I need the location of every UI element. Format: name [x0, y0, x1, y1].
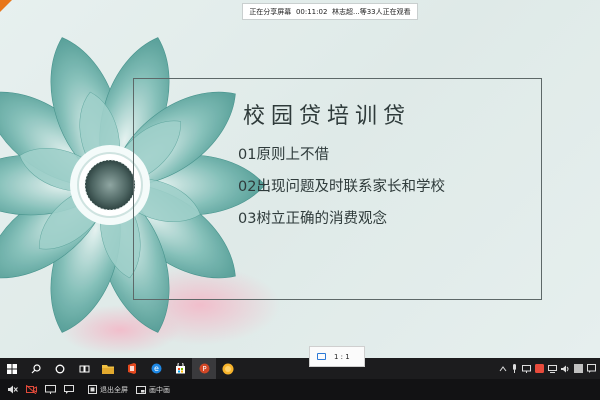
yellow-app-icon: [222, 363, 234, 374]
exit-fullscreen-label: 退出全屏: [100, 385, 128, 394]
windows-start-icon: [7, 363, 17, 374]
powerpoint-icon: P: [199, 363, 209, 374]
store-button[interactable]: [168, 358, 192, 379]
edge-icon: e: [151, 363, 161, 374]
svg-text:P: P: [202, 365, 206, 373]
members-button[interactable]: [64, 385, 74, 394]
system-tray: [499, 364, 600, 373]
bullet-item-3: 03树立正确的消费观念: [238, 211, 387, 227]
cortana-icon: [55, 364, 65, 373]
camera-off-icon: [26, 385, 37, 394]
svg-text:e: e: [154, 364, 159, 373]
share-status-text: 正在分享屏幕: [249, 7, 292, 16]
notification-icon[interactable]: [587, 364, 596, 373]
display-icon[interactable]: [522, 364, 531, 373]
speaker-muted-icon: [8, 385, 18, 394]
mute-button[interactable]: [8, 385, 18, 394]
picture-in-picture-label: 画中画: [149, 385, 170, 394]
start-button[interactable]: [0, 358, 24, 379]
picture-in-picture-icon: [136, 385, 146, 394]
office-icon: [128, 363, 136, 374]
edge-button[interactable]: e: [144, 358, 168, 379]
search-icon: [31, 363, 41, 373]
exit-fullscreen-button[interactable]: 退出全屏: [88, 385, 128, 395]
meeting-controls-bar: 退出全屏 画中画: [0, 379, 600, 400]
chat-icon: [64, 385, 74, 394]
monitor-icon: [317, 353, 326, 360]
share-elapsed-time: 00:11:02: [295, 7, 328, 16]
bullet-item-2: 02出现问题及时联系家长和学校: [238, 179, 445, 195]
powerpoint-button[interactable]: P: [192, 358, 216, 379]
bullet-item-1: 01原则上不借: [238, 147, 329, 163]
picture-in-picture-button[interactable]: 画中画: [136, 385, 170, 395]
screen-share-icon: [45, 385, 56, 394]
chevron-up-icon[interactable]: [499, 365, 507, 373]
app-tray-icon[interactable]: [535, 364, 544, 373]
windows-taskbar: e P: [0, 358, 600, 379]
file-explorer-button[interactable]: [96, 358, 120, 379]
camera-off-button[interactable]: [26, 385, 37, 394]
yellow-app-button[interactable]: [216, 358, 240, 379]
zoom-level-label: 1 : 1: [334, 352, 350, 361]
slide-canvas: 校园贷培训贷 01原则上不借 02出现问题及时联系家长和学校 03树立正确的消费…: [0, 0, 600, 360]
task-view-icon: [79, 365, 89, 372]
cortana-button[interactable]: [48, 358, 72, 379]
share-screen-button[interactable]: [45, 385, 56, 394]
exit-fullscreen-icon: [88, 385, 97, 394]
search-button[interactable]: [24, 358, 48, 379]
office-button[interactable]: [120, 358, 144, 379]
viewer-count-text: 林志超...等33人正在观看: [332, 7, 411, 16]
ime-icon[interactable]: [574, 364, 583, 373]
file-explorer-icon: [102, 364, 114, 374]
task-view-button[interactable]: [72, 358, 96, 379]
volume-icon[interactable]: [561, 365, 570, 373]
store-icon: [175, 363, 185, 374]
slide-title: 校园贷培训贷: [243, 104, 412, 129]
zoom-control[interactable]: 1 : 1: [309, 346, 365, 367]
microphone-icon[interactable]: [511, 364, 518, 373]
screen-share-status-bar[interactable]: 正在分享屏幕 00:11:02 林志超...等33人正在观看: [242, 3, 418, 20]
network-icon[interactable]: [548, 364, 557, 373]
